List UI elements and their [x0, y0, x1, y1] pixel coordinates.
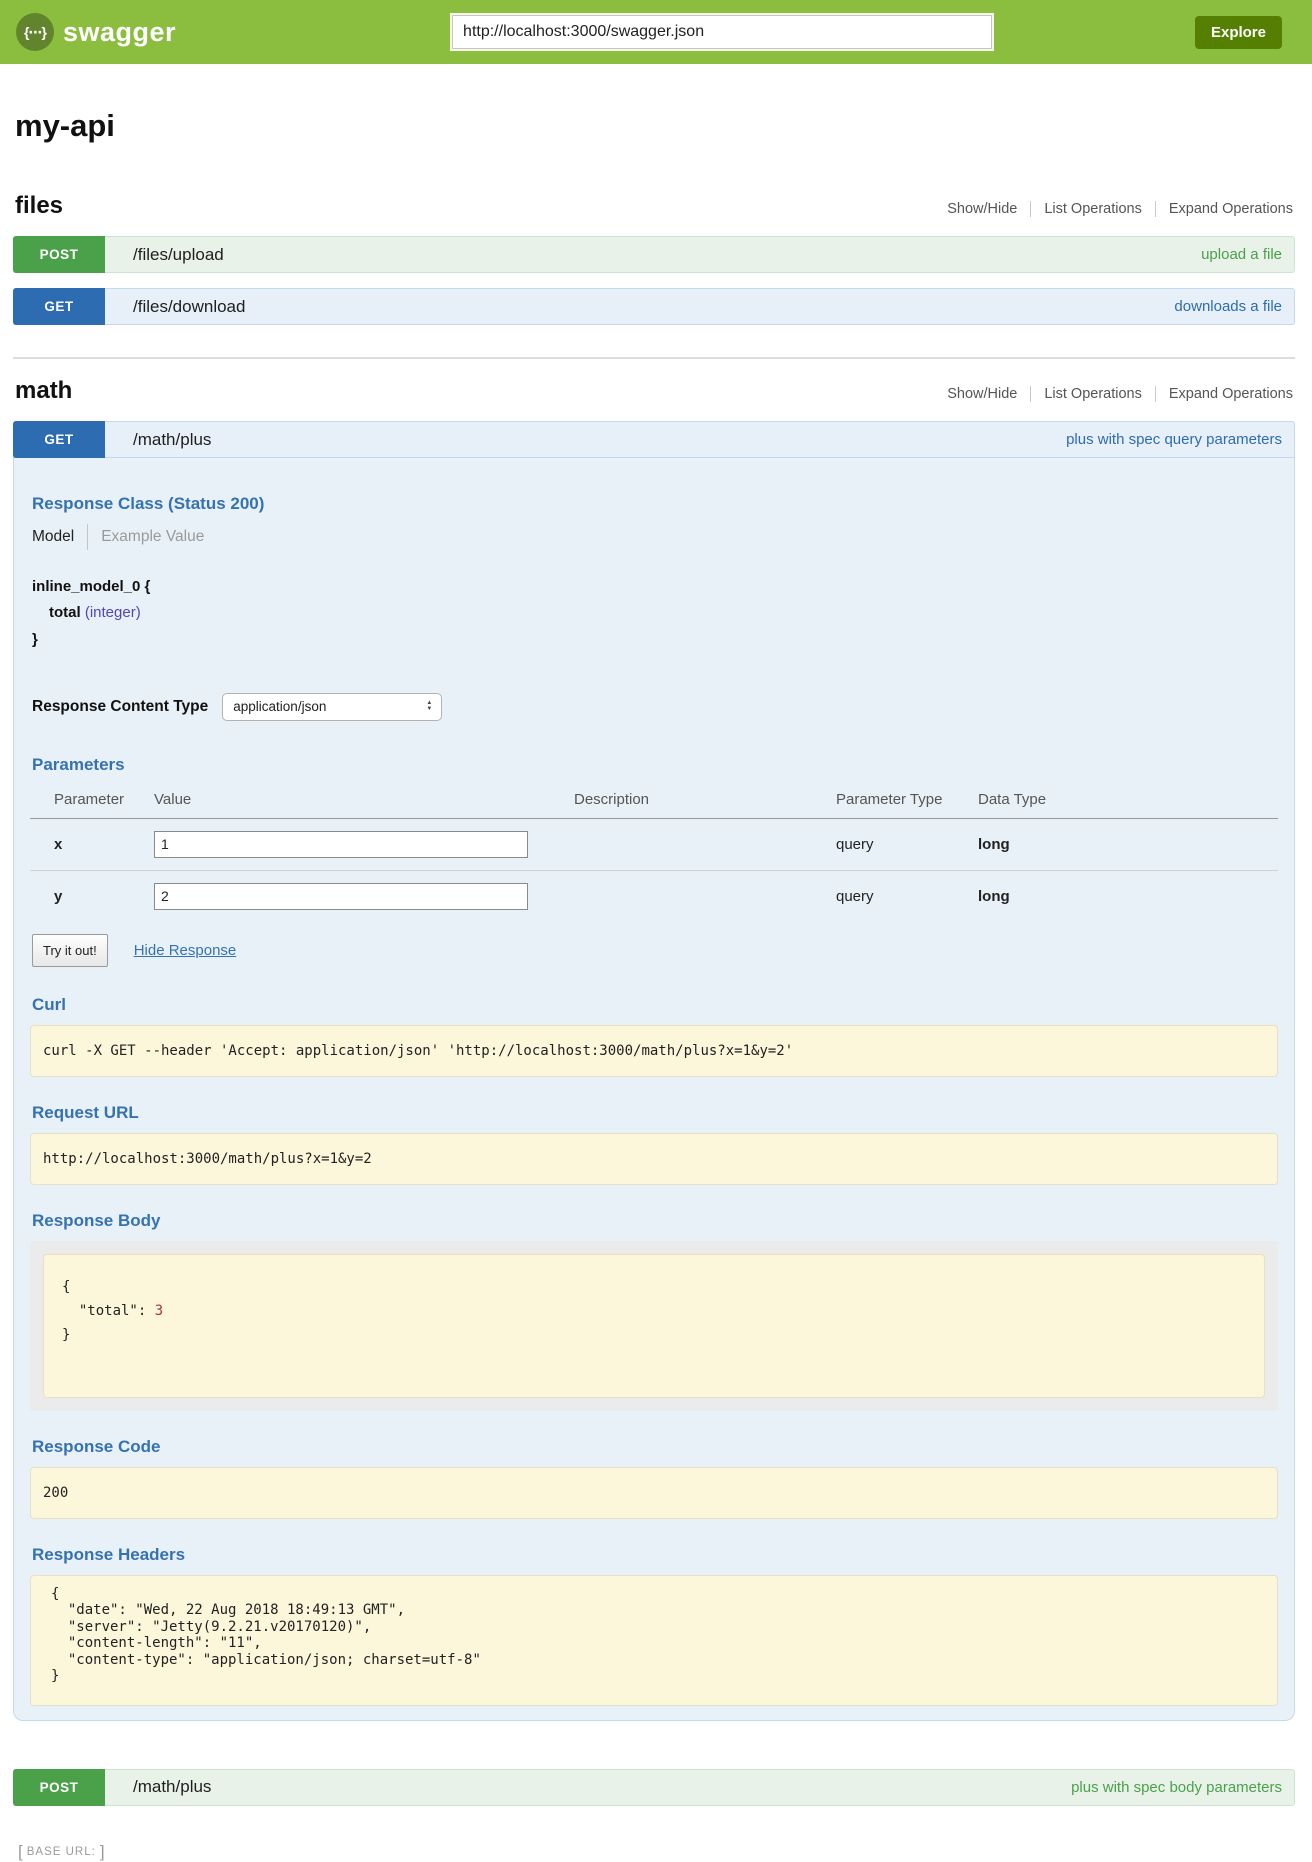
try-it-out-row: Try it out! Hide Response — [32, 934, 1278, 967]
json-number-value: 3 — [155, 1303, 163, 1319]
parameter-name: y — [30, 870, 154, 922]
math-expand-operations-link[interactable]: Expand Operations — [1155, 386, 1295, 402]
operation-summary[interactable]: downloads a file — [1174, 298, 1282, 315]
explore-button[interactable]: Explore — [1195, 16, 1282, 49]
col-data-type: Data Type — [978, 785, 1278, 819]
curl-command: curl -X GET --header 'Accept: applicatio… — [30, 1025, 1278, 1077]
close-bracket: ] — [100, 1842, 105, 1862]
operation-summary[interactable]: plus with spec query parameters — [1066, 431, 1282, 448]
logo-text: swagger — [63, 17, 176, 48]
spec-url-input[interactable] — [452, 15, 992, 49]
selected-content-type: application/json — [233, 699, 326, 714]
response-class-heading: Response Class (Status 200) — [32, 494, 1278, 514]
files-expand-operations-link[interactable]: Expand Operations — [1155, 201, 1295, 217]
operation-path[interactable]: /files/upload — [133, 245, 224, 265]
parameter-description — [574, 870, 836, 922]
operation-row-post-math-plus[interactable]: POST /math/plus plus with spec body para… — [13, 1769, 1295, 1806]
response-code-heading: Response Code — [32, 1437, 1278, 1457]
parameter-row-x: x query long — [30, 818, 1278, 870]
open-bracket: [ — [18, 1842, 23, 1862]
parameter-data-type: long — [978, 818, 1278, 870]
page-title: my-api — [15, 108, 1295, 144]
col-parameter-type: Parameter Type — [836, 785, 978, 819]
parameters-table: Parameter Value Description Parameter Ty… — [30, 785, 1278, 922]
response-content-type-row: Response Content Type application/json ▲… — [32, 693, 1278, 721]
http-method-badge-post: POST — [13, 1769, 105, 1806]
api-container: my-api files Show/Hide List Operations E… — [13, 108, 1295, 1862]
parameter-row-y: y query long — [30, 870, 1278, 922]
section-controls-files: Show/Hide List Operations Expand Operati… — [934, 201, 1295, 217]
operation-details-panel: Response Class (Status 200) Model Exampl… — [13, 458, 1295, 1721]
section-header-math: math Show/Hide List Operations Expand Op… — [13, 377, 1295, 405]
operation-path[interactable]: /files/download — [133, 297, 245, 317]
response-code-value: 200 — [30, 1467, 1278, 1519]
operation-summary[interactable]: plus with spec body parameters — [1071, 1779, 1282, 1796]
parameters-heading: Parameters — [32, 755, 1278, 775]
section-header-files: files Show/Hide List Operations Expand O… — [13, 192, 1295, 220]
parameters-header-row: Parameter Value Description Parameter Ty… — [30, 785, 1278, 819]
response-body-value: { "total": 3 } — [43, 1254, 1265, 1398]
col-parameter: Parameter — [30, 785, 154, 819]
model-signature: inline_model_0 { total (integer) } — [32, 574, 1278, 653]
operation-row-get-files-download[interactable]: GET /files/download downloads a file — [13, 288, 1295, 325]
model-close-line: } — [32, 627, 1278, 653]
parameter-name: x — [30, 818, 154, 870]
section-title-math: math — [15, 377, 72, 405]
files-show-hide-link[interactable]: Show/Hide — [934, 201, 1030, 217]
operation-path[interactable]: /math/plus — [133, 1777, 211, 1797]
section-controls-math: Show/Hide List Operations Expand Operati… — [934, 386, 1295, 402]
math-list-operations-link[interactable]: List Operations — [1030, 386, 1155, 402]
select-updown-arrows-icon: ▲ ▼ — [426, 701, 432, 712]
top-bar: {⋯} swagger Explore — [0, 0, 1312, 64]
parameter-description — [574, 818, 836, 870]
response-content-type-select[interactable]: application/json ▲ ▼ — [222, 693, 442, 721]
tab-model[interactable]: Model — [32, 524, 87, 550]
response-body-heading: Response Body — [32, 1211, 1278, 1231]
parameter-data-type: long — [978, 870, 1278, 922]
files-list-operations-link[interactable]: List Operations — [1030, 201, 1155, 217]
curl-heading: Curl — [32, 995, 1278, 1015]
request-url-heading: Request URL — [32, 1103, 1278, 1123]
http-method-badge-get: GET — [13, 421, 105, 458]
model-tabs: Model Example Value — [32, 524, 1278, 550]
response-headers-heading: Response Headers — [32, 1545, 1278, 1565]
hide-response-link[interactable]: Hide Response — [134, 942, 237, 959]
col-value: Value — [154, 785, 574, 819]
response-content-type-label: Response Content Type — [32, 698, 208, 716]
operation-row-get-math-plus[interactable]: GET /math/plus plus with spec query para… — [13, 421, 1295, 458]
base-url-footer: [ BASE URL: ] — [18, 1842, 1295, 1862]
model-property: total (integer) — [32, 600, 1278, 626]
parameter-x-value-input[interactable] — [154, 831, 528, 858]
col-description: Description — [574, 785, 836, 819]
property-type: (integer) — [85, 604, 141, 621]
parameter-y-value-input[interactable] — [154, 883, 528, 910]
request-url-value: http://localhost:3000/math/plus?x=1&y=2 — [30, 1133, 1278, 1185]
tab-example-value[interactable]: Example Value — [87, 524, 204, 550]
operation-row-post-files-upload[interactable]: POST /files/upload upload a file — [13, 236, 1295, 273]
base-url-label: BASE URL: — [27, 1846, 96, 1858]
swagger-logo[interactable]: {⋯} swagger — [16, 13, 176, 51]
section-title-files: files — [15, 192, 63, 220]
response-body-container: { "total": 3 } — [30, 1241, 1278, 1411]
response-headers-value: { "date": "Wed, 22 Aug 2018 18:49:13 GMT… — [30, 1575, 1278, 1706]
parameter-type: query — [836, 870, 978, 922]
try-it-out-button[interactable]: Try it out! — [32, 934, 108, 967]
http-method-badge-get: GET — [13, 288, 105, 325]
parameter-type: query — [836, 818, 978, 870]
math-show-hide-link[interactable]: Show/Hide — [934, 386, 1030, 402]
model-open-line: inline_model_0 { — [32, 574, 1278, 600]
swagger-braces-icon: {⋯} — [16, 13, 54, 51]
section-divider — [13, 357, 1295, 359]
operation-summary[interactable]: upload a file — [1201, 246, 1282, 263]
operation-path[interactable]: /math/plus — [133, 430, 211, 450]
http-method-badge-post: POST — [13, 236, 105, 273]
